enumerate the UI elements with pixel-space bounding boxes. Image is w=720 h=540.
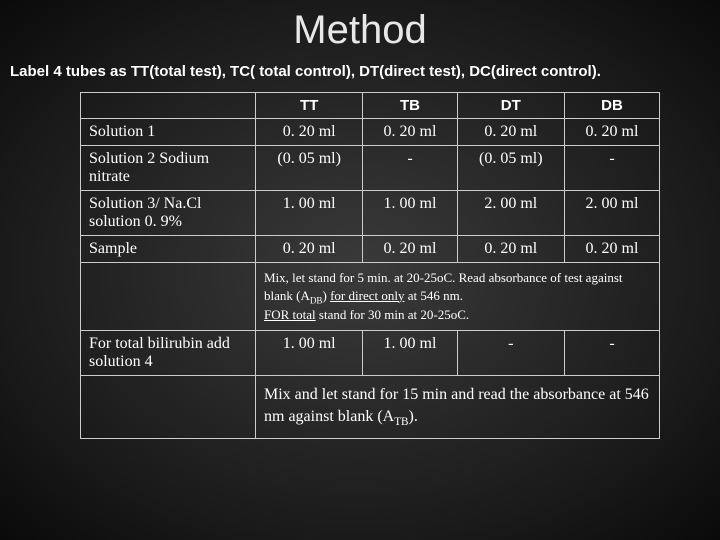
cell: - (564, 146, 659, 191)
cell: 0. 20 ml (256, 119, 363, 146)
cell: - (363, 146, 457, 191)
note-fragment: ) (323, 288, 331, 303)
cell: 0. 20 ml (256, 236, 363, 263)
row-label: Solution 3/ Na.Cl solution 0. 9% (81, 191, 256, 236)
note-underline: for direct only (330, 288, 404, 303)
note-text-1: Mix, let stand for 5 min. at 20-25oC. Re… (256, 263, 660, 331)
note-blank (81, 263, 256, 331)
cell: - (457, 330, 564, 375)
table-row: Solution 3/ Na.Cl solution 0. 9% 1. 00 m… (81, 191, 660, 236)
note-fragment: Mix and let stand for 15 min and read th… (264, 386, 649, 425)
table-container: TT TB DT DB Solution 1 0. 20 ml 0. 20 ml… (0, 92, 720, 439)
table-row: For total bilirubin add solution 4 1. 00… (81, 330, 660, 375)
cell: 1. 00 ml (256, 330, 363, 375)
cell: 2. 00 ml (457, 191, 564, 236)
cell: 1. 00 ml (256, 191, 363, 236)
cell: - (564, 330, 659, 375)
table-row: Solution 2 Sodium nitrate (0. 05 ml) - (… (81, 146, 660, 191)
note-text-2: Mix and let stand for 15 min and read th… (256, 375, 660, 438)
note-fragment: stand for 30 min at 20-25oC. (316, 307, 469, 322)
row-label: Solution 1 (81, 119, 256, 146)
note-subscript: TB (394, 416, 408, 428)
cell: 1. 00 ml (363, 191, 457, 236)
note-subscript: DB (310, 295, 323, 305)
note-blank (81, 375, 256, 438)
page-title: Method (0, 0, 720, 53)
header-db: DB (564, 93, 659, 119)
header-blank (81, 93, 256, 119)
cell: 1. 00 ml (363, 330, 457, 375)
cell: (0. 05 ml) (256, 146, 363, 191)
cell: 0. 20 ml (363, 119, 457, 146)
cell: 0. 20 ml (564, 236, 659, 263)
cell: 0. 20 ml (457, 236, 564, 263)
cell: 0. 20 ml (457, 119, 564, 146)
row-label: For total bilirubin add solution 4 (81, 330, 256, 375)
intro-text: Label 4 tubes as TT(total test), TC( tot… (0, 53, 720, 92)
cell: 2. 00 ml (564, 191, 659, 236)
row-label: Sample (81, 236, 256, 263)
table-row: Sample 0. 20 ml 0. 20 ml 0. 20 ml 0. 20 … (81, 236, 660, 263)
cell: (0. 05 ml) (457, 146, 564, 191)
row-label: Solution 2 Sodium nitrate (81, 146, 256, 191)
note-row: Mix, let stand for 5 min. at 20-25oC. Re… (81, 263, 660, 331)
header-tb: TB (363, 93, 457, 119)
cell: 0. 20 ml (363, 236, 457, 263)
table-row: Solution 1 0. 20 ml 0. 20 ml 0. 20 ml 0.… (81, 119, 660, 146)
header-dt: DT (457, 93, 564, 119)
note-fragment: ). (409, 408, 418, 425)
method-table: TT TB DT DB Solution 1 0. 20 ml 0. 20 ml… (80, 92, 660, 439)
note-fragment: at 546 nm. (404, 288, 463, 303)
header-tt: TT (256, 93, 363, 119)
note-row: Mix and let stand for 15 min and read th… (81, 375, 660, 438)
note-underline: FOR total (264, 307, 316, 322)
table-header-row: TT TB DT DB (81, 93, 660, 119)
cell: 0. 20 ml (564, 119, 659, 146)
